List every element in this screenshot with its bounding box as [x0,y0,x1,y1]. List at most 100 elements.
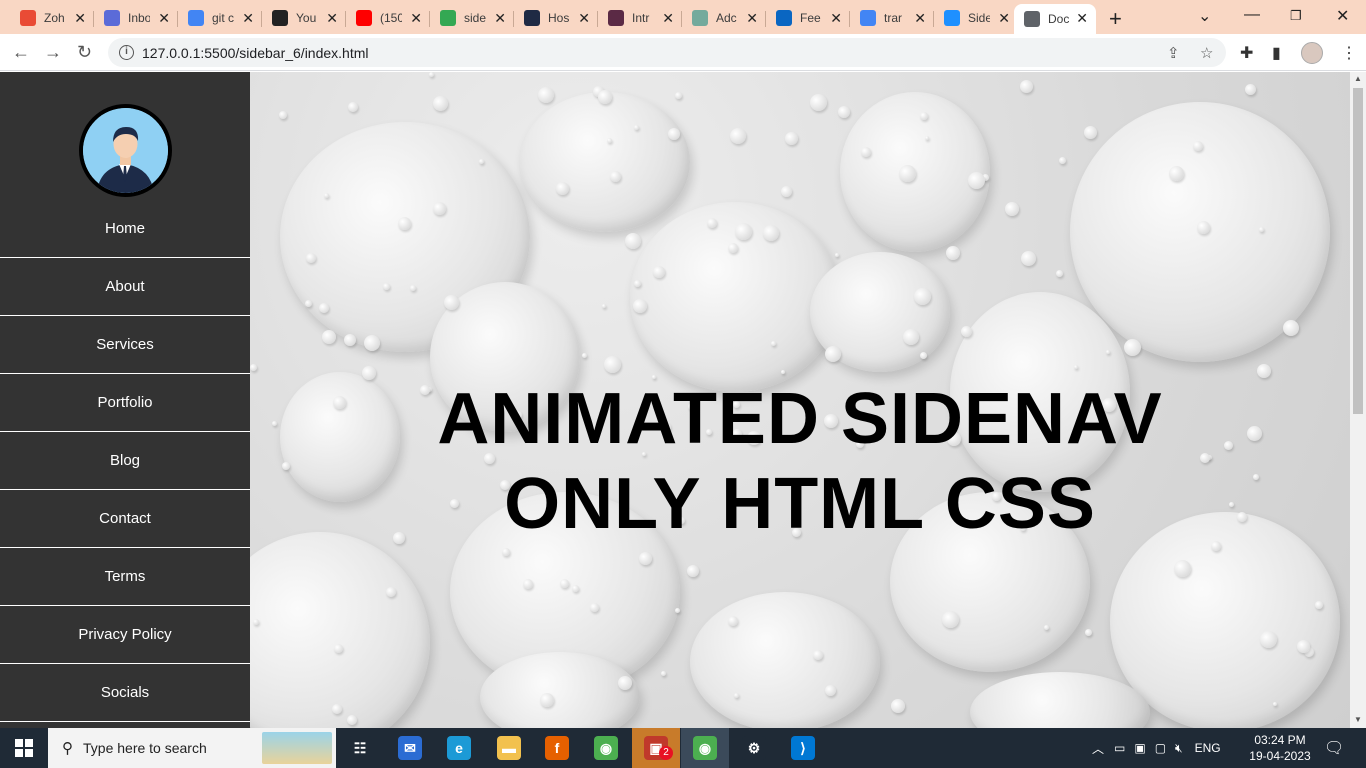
extensions-icon[interactable]: ✚ [1240,43,1253,63]
close-tab-icon[interactable]: ✕ [662,10,674,26]
reload-button[interactable]: ↻ [77,42,92,63]
tab-title: Doc [1048,12,1070,26]
volume-muted-icon[interactable]: 🔇︎ [1175,741,1183,756]
close-tab-icon[interactable]: ✕ [158,10,170,26]
taskbar-app[interactable]: ▬ [485,728,533,768]
google-icon [860,10,876,26]
browser-tab[interactable]: Zoh ✕ [10,4,94,32]
browser-tab[interactable]: Fee ✕ [766,4,850,32]
close-tab-icon[interactable]: ✕ [998,10,1010,26]
water-droplet [835,253,839,257]
browser-tab[interactable]: side ✕ [430,4,514,32]
browser-tab[interactable]: You ✕ [262,4,346,32]
close-tab-icon[interactable]: ✕ [74,10,86,26]
storage-icon[interactable]: ▭ [1114,741,1125,755]
close-window-button[interactable]: ✕ [1336,6,1349,26]
share-icon[interactable]: ⇪ [1167,44,1180,62]
chrome-menu-icon[interactable]: ⋮ [1341,43,1357,63]
water-droplet [891,699,905,713]
taskbar-app[interactable]: ◉ [582,728,630,768]
page-scrollbar[interactable]: ▲ ▼ [1350,72,1366,728]
water-droplet [433,96,448,111]
close-tab-icon[interactable]: ✕ [1076,10,1088,26]
forward-button[interactable]: → [44,42,62,63]
bookmark-star-icon[interactable]: ☆ [1200,44,1213,62]
water-droplet [433,202,446,215]
close-tab-icon[interactable]: ✕ [746,10,758,26]
sidebar-item-home[interactable]: Home [0,200,250,258]
close-tab-icon[interactable]: ✕ [326,10,338,26]
scrollbar-thumb[interactable] [1353,88,1363,414]
chatgpt-icon [608,10,624,26]
taskbar-search[interactable]: ⚲ Type here to search [48,728,336,768]
browser-tab[interactable]: Hos ✕ [514,4,598,32]
browser-tab[interactable]: Adc ✕ [682,4,766,32]
close-tab-icon[interactable]: ✕ [914,10,926,26]
taskbar-app[interactable]: f [533,728,581,768]
back-button[interactable]: ← [12,42,30,63]
water-droplet [625,233,641,249]
address-bar[interactable]: i 127.0.0.1:5500/sidebar_6/index.html ⇪ … [108,38,1226,67]
water-droplet [347,715,357,725]
sidebar-item-blog[interactable]: Blog [0,432,250,490]
taskbar-app[interactable]: ⟩ [779,728,827,768]
water-droplet [1197,221,1210,234]
tab-title: git c [212,11,234,25]
water-droplet [675,608,680,613]
close-tab-icon[interactable]: ✕ [242,10,254,26]
chatgpt-icon [692,10,708,26]
notifications-icon[interactable]: 🗨︎ [1324,738,1344,758]
taskbar-app[interactable]: ☷ [336,728,384,768]
taskbar-clock[interactable]: 03:24 PM 19-04-2023 [1245,732,1315,764]
browser-tab[interactable]: (150 ✕ [346,4,430,32]
taskbar-app[interactable]: ✉ [386,728,434,768]
browser-tab[interactable]: Intr ✕ [598,4,682,32]
settings-icon: ⚙ [742,736,766,760]
water-droplet [1283,320,1299,336]
scroll-down-icon[interactable]: ▼ [1354,715,1362,724]
close-tab-icon[interactable]: ✕ [494,10,506,26]
avatar [79,104,172,197]
site-info-icon[interactable]: i [119,45,134,60]
water-droplet [687,565,699,577]
language-indicator[interactable]: ENG [1195,741,1221,755]
close-tab-icon[interactable]: ✕ [830,10,842,26]
water-droplet [618,676,632,690]
close-tab-icon[interactable]: ✕ [410,10,422,26]
water-droplet [383,283,390,290]
taskbar-app[interactable]: ▣ 2 [632,728,680,768]
taskbar-app[interactable]: ⚙ [730,728,778,768]
restore-button[interactable]: ❐ [1290,8,1302,24]
taskbar-app[interactable]: e [435,728,483,768]
network-icon[interactable]: ▣ [1134,741,1145,755]
browser-tab[interactable]: Doc ✕ [1014,4,1096,34]
browser-tab[interactable]: Inbo ✕ [94,4,178,32]
sidebar-item-about[interactable]: About [0,258,250,316]
new-tab-button[interactable]: + [1109,6,1122,32]
close-tab-icon[interactable]: ✕ [578,10,590,26]
browser-tab[interactable]: trar ✕ [850,4,934,32]
sidebar-item-privacy-policy[interactable]: Privacy Policy [0,606,250,664]
browser-tab[interactable]: Side ✕ [934,4,1018,32]
show-hidden-icons[interactable]: ︿ [1092,740,1104,757]
display-icon[interactable]: ▢ [1155,741,1166,755]
water-droplet [825,346,841,362]
sidebar-item-terms[interactable]: Terms [0,548,250,606]
side-panel-icon[interactable]: ▮ [1272,43,1281,63]
water-droplet [861,147,871,157]
github-icon [272,10,288,26]
sidebar-item-contact[interactable]: Contact [0,490,250,548]
minimize-button[interactable]: — [1244,6,1260,24]
scroll-up-icon[interactable]: ▲ [1354,74,1362,83]
water-droplet [946,246,960,260]
sidebar-item-portfolio[interactable]: Portfolio [0,374,250,432]
tab-title: Zoh [44,11,65,25]
start-button[interactable] [0,728,48,768]
profile-avatar[interactable] [1301,42,1323,64]
water-droplet [572,585,579,592]
sidebar-item-services[interactable]: Services [0,316,250,374]
tab-search-icon[interactable]: ⌄ [1198,6,1211,26]
browser-tab[interactable]: git c ✕ [178,4,262,32]
taskbar-app[interactable]: ◉ [681,728,729,768]
sidebar-item-socials[interactable]: Socials [0,664,250,722]
